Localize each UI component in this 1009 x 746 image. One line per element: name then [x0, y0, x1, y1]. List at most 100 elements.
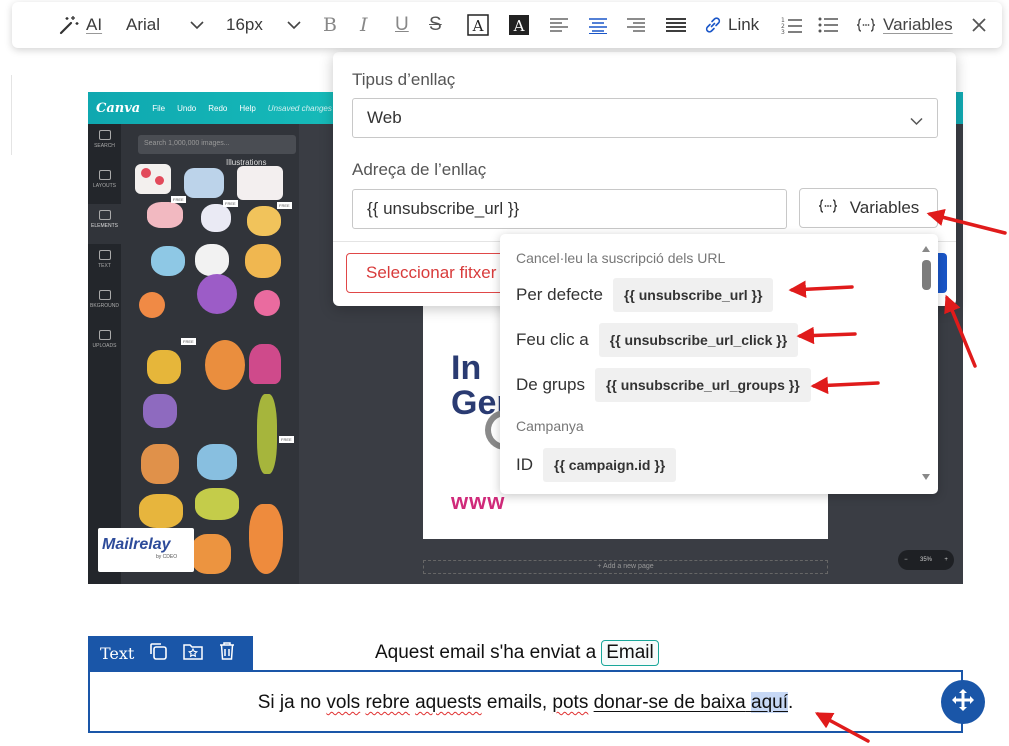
confirm-button[interactable]	[937, 253, 947, 293]
font-family-select[interactable]: Arial	[126, 2, 204, 48]
mailrelay-logo: Mailrelay by CDEO	[98, 528, 194, 572]
strikethrough-button[interactable]: S	[429, 2, 442, 48]
svg-text:A: A	[513, 17, 525, 35]
variable-option[interactable]: De grups {{ unsubscribe_url_groups }}	[516, 368, 811, 402]
underline-button[interactable]: U	[395, 2, 409, 48]
illustration	[195, 488, 239, 520]
illustration	[247, 206, 281, 236]
text-block-toolbar: Text	[88, 636, 253, 670]
bullet-list-icon	[818, 17, 838, 33]
align-right-button[interactable]	[626, 2, 646, 48]
illustration	[195, 244, 229, 276]
link-label: Link	[728, 15, 760, 34]
svg-text:3: 3	[781, 29, 785, 34]
variables-dropdown: Cancel·leu la suscripció dels URL Per de…	[500, 234, 938, 494]
background-color-button[interactable]: A	[508, 2, 530, 48]
variables-icon	[856, 18, 876, 32]
canva-menu-file: File	[152, 103, 166, 113]
email-variable-chip[interactable]: Email	[601, 640, 659, 666]
free-badge: FREE	[171, 196, 186, 203]
close-icon	[971, 17, 987, 33]
unsubscribe-paragraph[interactable]: Si ja no vols rebre aquests emails, pots…	[90, 692, 961, 714]
link-icon	[704, 16, 722, 34]
bold-button[interactable]: B	[323, 2, 337, 48]
italic-button[interactable]: I	[360, 2, 368, 48]
canva-unsaved: Unsaved changes	[267, 103, 332, 113]
chevron-down-icon	[910, 111, 923, 131]
dropdown-scrollbar[interactable]	[920, 244, 932, 484]
align-left-button[interactable]	[549, 2, 569, 48]
align-left-icon	[549, 17, 569, 33]
canva-menu-help: Help	[239, 103, 256, 113]
canva-menu-undo: Undo	[177, 103, 197, 113]
canva-search: Search 1,000,000 images...	[138, 135, 296, 154]
right-panel-edge	[987, 0, 1009, 746]
bullet-list-button[interactable]	[818, 2, 838, 48]
link-type-value: Web	[367, 108, 402, 127]
link-type-label: Tipus d’enllaç	[352, 70, 456, 89]
variable-option[interactable]: Per defecte {{ unsubscribe_url }}	[516, 278, 774, 312]
canva-side-item: UPLOADS	[88, 324, 121, 364]
text-color-button[interactable]: A	[467, 2, 489, 48]
link-address-input[interactable]	[352, 189, 787, 229]
justify-icon	[665, 17, 687, 33]
canva-elements-panel: Search 1,000,000 images... Illustrations	[121, 124, 299, 584]
link-address-label: Adreça de l’enllaç	[352, 160, 487, 179]
illustration	[205, 340, 245, 390]
link-button[interactable]: Link	[704, 2, 759, 48]
illustration	[245, 244, 281, 278]
chevron-down-icon	[190, 20, 204, 30]
illustration	[254, 290, 280, 316]
variables-button-label: Variables	[849, 198, 920, 217]
link-type-select[interactable]: Web	[352, 98, 938, 138]
illustration	[135, 164, 171, 194]
variables-toolbar-button[interactable]: Variables	[856, 2, 953, 48]
email-sent-line: Aquest email s'ha enviat a Email	[375, 638, 659, 668]
move-block-button[interactable]	[941, 680, 985, 724]
bold-icon: B	[323, 14, 337, 36]
illustration	[191, 534, 231, 574]
text-block[interactable]: Si ja no vols rebre aquests emails, pots…	[88, 670, 963, 733]
chevron-down-icon	[287, 20, 301, 30]
group-header: Cancel·leu la suscripció dels URL	[516, 250, 726, 266]
variable-token[interactable]: {{ campaign.id }}	[543, 448, 677, 482]
canva-side-item: ELEMENTS	[88, 204, 121, 244]
group-header: Campanya	[516, 418, 584, 434]
left-panel-edge	[0, 75, 12, 155]
free-badge: FREE	[279, 436, 294, 443]
illustration	[249, 344, 281, 384]
variables-button[interactable]: Variables	[799, 188, 938, 228]
align-center-button[interactable]	[588, 2, 608, 48]
block-type-label: Text	[100, 643, 135, 663]
illustration	[141, 168, 151, 178]
justify-button[interactable]	[665, 2, 687, 48]
illustration	[139, 494, 183, 528]
canva-side-item: TEXT	[88, 244, 121, 284]
move-icon	[951, 688, 975, 717]
underline-icon: U	[395, 14, 409, 35]
illustration	[257, 394, 277, 474]
variable-option[interactable]: Feu clic a {{ unsubscribe_url_click }}	[516, 323, 799, 357]
ai-button[interactable]: AI	[58, 2, 102, 48]
trash-icon[interactable]	[218, 641, 236, 665]
font-size-select[interactable]: 16px	[226, 2, 301, 48]
select-file-button[interactable]: Seleccionar fitxer	[346, 253, 516, 293]
variable-token[interactable]: {{ unsubscribe_url_click }}	[598, 323, 799, 357]
variable-token[interactable]: {{ unsubscribe_url }}	[612, 278, 774, 312]
illustration	[249, 504, 283, 574]
scrollbar-thumb[interactable]	[922, 260, 931, 290]
free-badge: FREE	[277, 202, 292, 209]
close-toolbar-button[interactable]	[971, 2, 987, 48]
variable-token[interactable]: {{ unsubscribe_url_groups }}	[594, 368, 811, 402]
canva-side-item: SEARCH	[88, 124, 121, 164]
illustration	[184, 168, 224, 198]
formatting-toolbar: AI Arial 16px B I U S A A Link 1 2 3 Var…	[12, 2, 1002, 48]
selected-link-text[interactable]: aquí	[751, 692, 788, 713]
save-block-icon[interactable]	[182, 641, 204, 665]
variable-label: Feu clic a	[516, 330, 589, 349]
email-editor: AI Arial 16px B I U S A A Link 1 2 3 Var…	[0, 0, 1009, 746]
variable-option[interactable]: ID {{ campaign.id }}	[516, 448, 677, 482]
canva-menu-redo: Redo	[208, 103, 228, 113]
duplicate-icon[interactable]	[148, 641, 168, 665]
ordered-list-button[interactable]: 123	[781, 2, 802, 48]
